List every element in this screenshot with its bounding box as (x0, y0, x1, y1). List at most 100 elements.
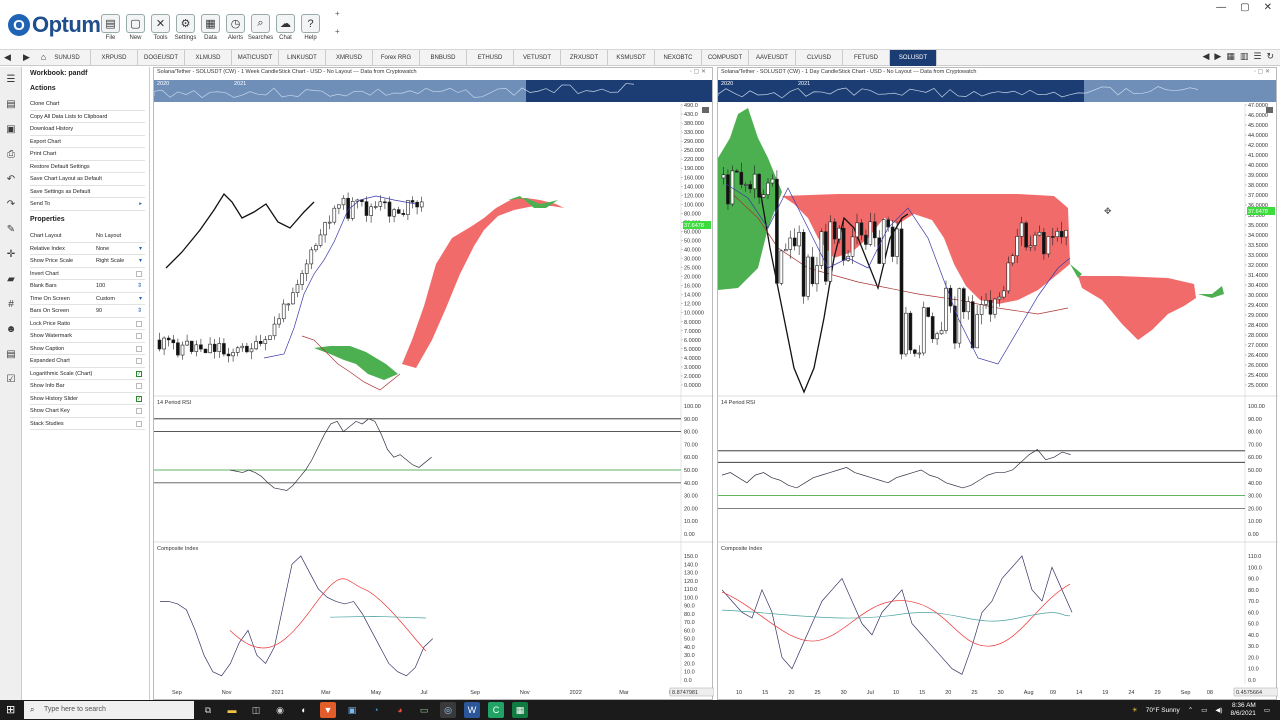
chrome-browser-icon[interactable]: ◕ (392, 702, 408, 718)
taskbar-clock[interactable]: 8:36 AM 8/6/2021 (1231, 702, 1256, 718)
tab-zrxusdt[interactable]: ZRXUSDT (561, 50, 608, 66)
checkbox-icon[interactable] (136, 345, 142, 352)
tab-forex-rrg[interactable]: Forex RRG (373, 50, 420, 66)
open-folder-icon[interactable]: ▤ (0, 96, 22, 114)
property-invert-chart[interactable]: Invert Chart (30, 268, 145, 280)
daily-chart-canvas[interactable]: 2020 202147.000046.000045.000044.000042.0… (718, 68, 1278, 701)
chevron-down-icon[interactable]: ▾ (139, 255, 142, 268)
chart-window-controls[interactable]: ◦ ▢ ✕ (1254, 68, 1270, 75)
property-logarithmic-scale-chart-[interactable]: Logarithmic Scale (Chart) ✓ (30, 368, 145, 380)
close-icon[interactable]: ✕ (1264, 2, 1272, 13)
ribbon-file-button[interactable]: ▤ File (98, 14, 123, 46)
ribbon-chat-button[interactable]: ☁ Chat (273, 14, 298, 46)
checkbox-icon[interactable] (136, 333, 142, 339)
property-value[interactable]: 100 (96, 280, 105, 293)
tab-next-icon[interactable]: ▶ (1214, 51, 1221, 62)
tab-dogeusdt[interactable]: DOGEUSDT (138, 50, 185, 66)
property-show-watermark[interactable]: Show Watermark (30, 330, 145, 343)
property-value[interactable]: Right Scale (96, 255, 124, 268)
user-icon[interactable]: ☻ (0, 321, 22, 339)
store-icon[interactable]: ◫ (248, 702, 264, 718)
chevron-down-icon[interactable]: ▾ (139, 243, 142, 256)
history-slider-window[interactable] (1084, 80, 1276, 102)
excel-icon[interactable]: ▦ (512, 702, 528, 718)
location-pin-icon[interactable]: ◉ (272, 702, 288, 718)
windows-start-icon[interactable]: ⊞ (6, 704, 18, 716)
checkbox-checked-icon[interactable]: ✓ (136, 395, 142, 402)
minimize-icon[interactable]: — (1216, 2, 1226, 13)
terminal-icon[interactable]: ▭ (416, 702, 432, 718)
action-send-to[interactable]: Send To ▸ (30, 198, 145, 211)
property-value[interactable]: None (96, 243, 109, 256)
tab-solusdt[interactable]: SOLUSDT (890, 50, 937, 66)
forward-arrow-icon[interactable]: ▶ (19, 50, 34, 65)
tab-maticusdt[interactable]: MATICUSDT (232, 50, 279, 66)
daily-chart-window[interactable]: 2020 2021 47.0000 46.0000 45.0000 44.0000 42.0… (717, 67, 1278, 701)
tab-vetusdt[interactable]: VETUSDT (514, 50, 561, 66)
print-icon[interactable]: ⎙ (0, 146, 22, 164)
property-time-on-screen[interactable]: Time On Screen Custom ▾ (30, 293, 145, 306)
chevron-down-icon[interactable]: ▾ (139, 293, 142, 306)
ribbon-data-button[interactable]: ▦ Data (198, 14, 223, 46)
grid-icon[interactable]: # (0, 296, 22, 314)
menu-list-icon[interactable]: ☰ (0, 71, 22, 89)
undo-icon[interactable]: ↶ (0, 171, 22, 189)
redo-icon[interactable]: ↷ (0, 196, 22, 214)
checkbox-icon[interactable] (136, 383, 142, 389)
weekly-chart-window[interactable]: 2020 2021 490.0 430.0 380.000 330.000 290.000 2… (153, 67, 714, 701)
property-show-caption[interactable]: Show Caption (30, 343, 145, 355)
word-icon[interactable]: W (464, 702, 480, 718)
tab-bnbusd[interactable]: BNBUSD (420, 50, 467, 66)
add-ribbon-icon-2[interactable]: + (335, 27, 340, 36)
action-download-history[interactable]: Download History (30, 123, 145, 136)
steam-icon[interactable]: ◐ (296, 702, 312, 718)
history-slider-window[interactable] (154, 80, 526, 102)
ribbon-settings-button[interactable]: ⚙ Settings (173, 14, 198, 46)
checkbox-icon[interactable] (136, 408, 142, 414)
property-expanded-chart[interactable]: Expanded Chart (30, 355, 145, 368)
maximize-icon[interactable]: ▢ (1240, 2, 1249, 13)
action-print-chart[interactable]: Print Chart (30, 148, 145, 161)
tab-fetusd[interactable]: FETUSD (843, 50, 890, 66)
tab-nexobtc[interactable]: NEXOBTC (655, 50, 702, 66)
ribbon-alerts-button[interactable]: ◷ Alerts (223, 14, 248, 46)
list-icon[interactable]: ☰ (1253, 51, 1261, 62)
checkbox-icon[interactable] (136, 270, 142, 277)
tab-compusdt[interactable]: COMPUSDT (702, 50, 749, 66)
tab-ksmusdt[interactable]: KSMUSDT (608, 50, 655, 66)
grid-view-icon[interactable]: ▦ (1226, 51, 1235, 62)
edge-browser-icon[interactable]: ◔ (368, 702, 384, 718)
tab-aaveusdt[interactable]: AAVEUSDT (749, 50, 796, 66)
ribbon-searches-button[interactable]: ⌕ Searches (248, 14, 273, 46)
taskbar-search-input[interactable]: ⌕ Type here to search (24, 701, 194, 719)
checkbox-checked-icon[interactable]: ✓ (136, 370, 142, 377)
task-view-icon[interactable]: ⧉ (200, 702, 216, 718)
volume-icon[interactable]: ◀) (1215, 706, 1222, 714)
action-export-chart[interactable]: Export Chart (30, 136, 145, 148)
spinner-icon[interactable]: ⇕ (137, 305, 142, 318)
tab-ethusd[interactable]: ETHUSD (467, 50, 514, 66)
property-show-chart-key[interactable]: Show Chart Key (30, 405, 145, 418)
tab-xlmusd[interactable]: XLMUSD (185, 50, 232, 66)
property-stack-studies[interactable]: Stack Studies (30, 418, 145, 430)
layers-icon[interactable]: ▤ (0, 346, 22, 364)
camtasia-icon[interactable]: C (488, 702, 504, 718)
tray-chevron-icon[interactable]: ⌃ (1188, 706, 1193, 714)
tab-sunusd[interactable]: SUNUSD (44, 50, 91, 66)
weekly-chart-canvas[interactable]: 2020 2021 490.0 430.0 380.000 330.000 290.000 2… (154, 68, 714, 701)
action-save-settings-as-default[interactable]: Save Settings as Default (30, 186, 145, 198)
property-bars-on-screen[interactable]: Bars On Screen 90 ⇕ (30, 305, 145, 318)
property-lock-price-ratio[interactable]: Lock Price Ratio (30, 318, 145, 330)
ribbon-tools-button[interactable]: ✕ Tools (148, 14, 173, 46)
property-show-info-bar[interactable]: Show Info Bar (30, 380, 145, 393)
property-value[interactable]: No Layout (96, 230, 121, 243)
action-save-chart-layout-as-default[interactable]: Save Chart Layout as Default (30, 173, 145, 186)
tab-clvusd[interactable]: CLVUSD (796, 50, 843, 66)
back-arrow-icon[interactable]: ◀ (0, 50, 15, 65)
refresh-icon[interactable]: ↻ (1266, 51, 1274, 62)
notification-icon[interactable]: ▭ (1264, 706, 1270, 714)
property-value[interactable]: 90 (96, 305, 102, 318)
checkbox-icon[interactable] (136, 358, 142, 364)
save-icon[interactable]: ▣ (0, 121, 22, 139)
tab-xrpusd[interactable]: XRPUSD (91, 50, 138, 66)
